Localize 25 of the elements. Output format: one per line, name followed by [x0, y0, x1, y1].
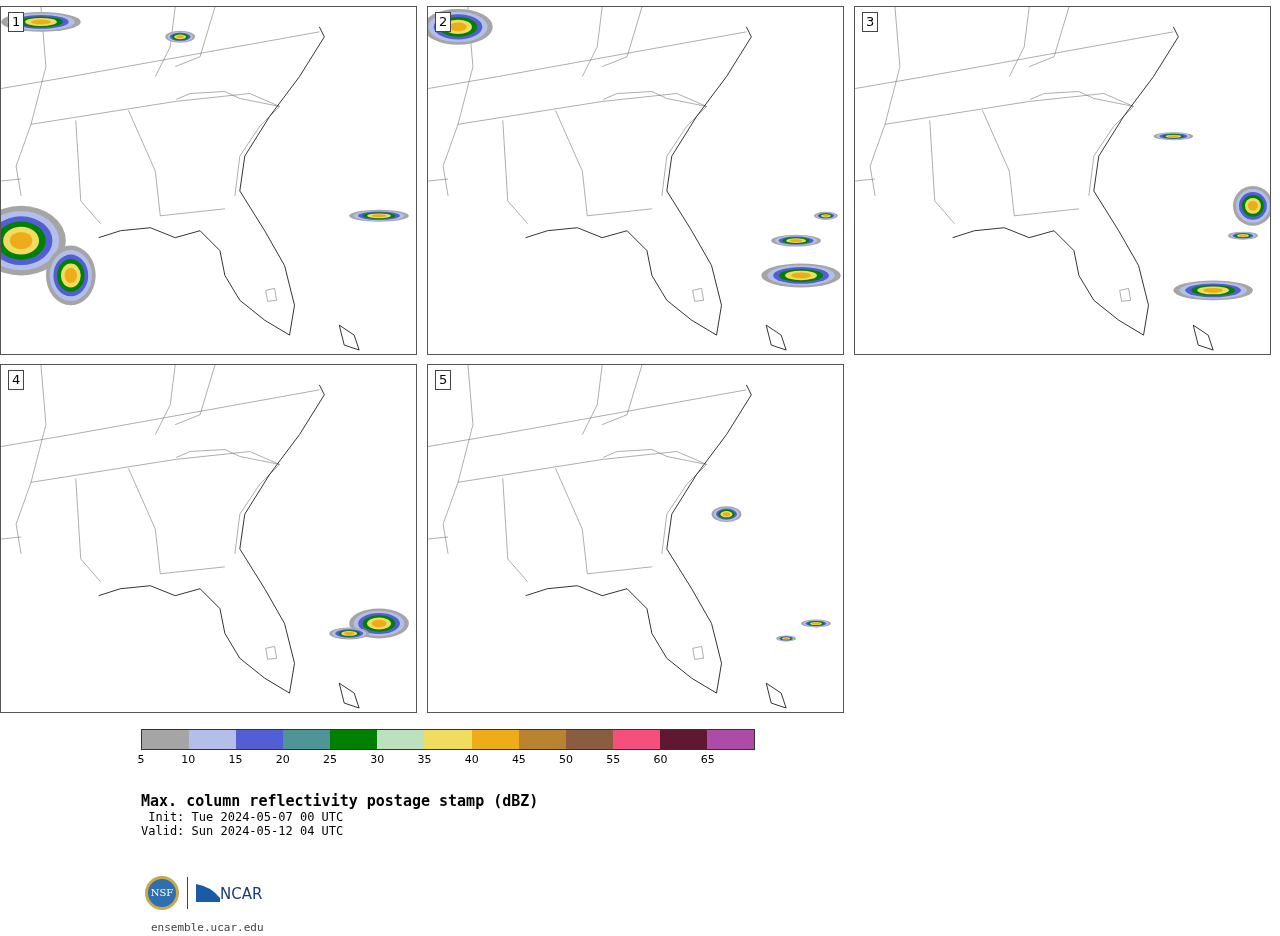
- init-time: Init: Tue 2024-05-07 00 UTC: [147, 810, 344, 824]
- panel-number: 3: [862, 12, 879, 32]
- colorbar-tick-label: 45: [511, 753, 526, 766]
- colorbar-tick-label: 5: [137, 753, 145, 766]
- colorbar-tick-label: 50: [559, 753, 574, 766]
- website-url: ensemble.ucar.edu: [151, 921, 264, 934]
- colorbar-tick-label: 15: [228, 753, 243, 766]
- panel-number: 4: [8, 370, 25, 390]
- globe-logo: NSF: [145, 876, 179, 910]
- colorbar-tick-label: 30: [370, 753, 385, 766]
- panel-number: 2: [435, 12, 452, 32]
- colorbar-tick-label: 65: [700, 753, 715, 766]
- colorbar-tick-label: 10: [181, 753, 196, 766]
- panel-number: 1: [8, 12, 25, 32]
- plot-title: Max. column reflectivity postage stamp (dBZ): [141, 792, 539, 810]
- colorbar-tick-label: 60: [653, 753, 668, 766]
- valid-time: Valid: Sun 2024-05-12 04 UTC: [141, 824, 344, 838]
- colorbar-tick-label: 25: [322, 753, 337, 766]
- colorbar-tick-label: 35: [417, 753, 432, 766]
- colorbar-tick-label: 40: [464, 753, 479, 766]
- colorbar-tick-label: 20: [275, 753, 290, 766]
- swoosh-icon: [196, 884, 220, 902]
- ncar-logo: NCAR: [196, 884, 263, 902]
- panel-number: 5: [435, 370, 452, 390]
- colorbar-tick-label: 55: [606, 753, 621, 766]
